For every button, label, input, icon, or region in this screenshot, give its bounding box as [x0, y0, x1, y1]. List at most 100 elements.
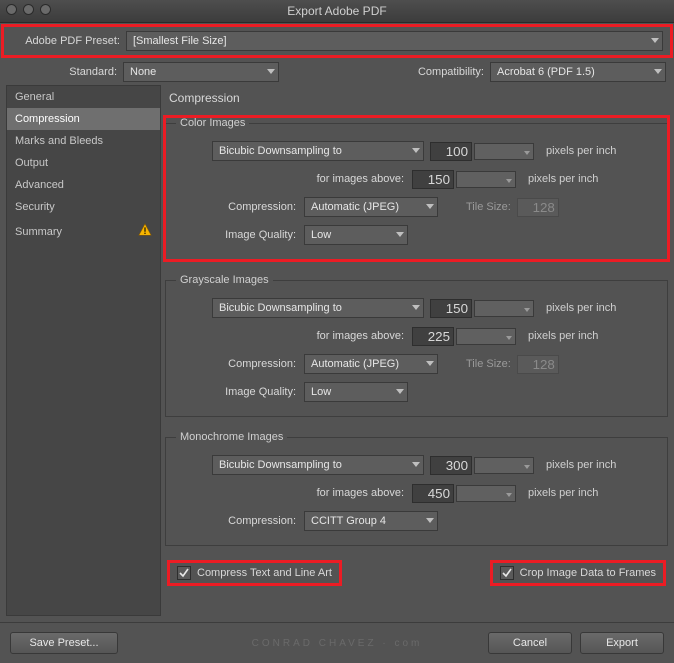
sidebar-item-security[interactable]: Security: [7, 196, 160, 218]
select-value: Automatic (JPEG): [311, 201, 399, 213]
select-value: CCITT Group 4: [311, 515, 386, 527]
mono-above-input[interactable]: [412, 484, 454, 503]
color-qual-label: Image Quality:: [176, 229, 304, 241]
gray-qual-select[interactable]: Low: [304, 382, 408, 402]
preset-select[interactable]: [Smallest File Size]: [126, 31, 663, 51]
grayscale-images-group: Grayscale Images Bicubic Downsampling to…: [165, 274, 668, 417]
gray-comp-label: Compression:: [176, 358, 304, 370]
gray-qual-label: Image Quality:: [176, 386, 304, 398]
mono-method-select[interactable]: Bicubic Downsampling to: [212, 455, 424, 475]
mono-comp-label: Compression:: [176, 515, 304, 527]
ppi-unit: pixels per inch: [546, 459, 616, 471]
color-above-input[interactable]: [412, 170, 454, 189]
mono-ppi-input[interactable]: [430, 456, 472, 475]
close-window-icon[interactable]: [6, 4, 17, 15]
sidebar-item-advanced[interactable]: Advanced: [7, 174, 160, 196]
select-value: Bicubic Downsampling to: [219, 459, 342, 471]
select-value: Low: [311, 386, 331, 398]
crop-image-checkbox[interactable]: Crop Image Data to Frames: [492, 562, 664, 584]
minimize-window-icon[interactable]: [23, 4, 34, 15]
chevron-down-icon: [267, 69, 275, 74]
chevron-down-icon: [654, 69, 662, 74]
color-above-stepper[interactable]: [456, 171, 516, 188]
save-preset-button[interactable]: Save Preset...: [10, 632, 118, 654]
sidebar-item-compression[interactable]: Compression: [7, 108, 160, 130]
compat-label: Compatibility:: [418, 66, 484, 78]
standard-compat-row: Standard: None Compatibility: Acrobat 6 …: [0, 59, 674, 85]
ppi-unit: pixels per inch: [528, 173, 598, 185]
checkbox-label: Compress Text and Line Art: [197, 567, 332, 579]
color-comp-label: Compression:: [176, 201, 304, 213]
chevron-down-icon: [651, 38, 659, 43]
window-title: Export Adobe PDF: [287, 4, 386, 18]
gray-above-label: for images above:: [176, 330, 412, 342]
sidebar-item-marks[interactable]: Marks and Bleeds: [7, 130, 160, 152]
gray-ppi-stepper[interactable]: [474, 300, 534, 317]
titlebar: Export Adobe PDF: [0, 0, 674, 23]
gray-tile-input: [517, 355, 559, 374]
chevron-down-icon: [412, 462, 420, 467]
color-legend: Color Images: [176, 117, 249, 129]
gray-above-input[interactable]: [412, 327, 454, 346]
ppi-unit: pixels per inch: [546, 302, 616, 314]
gray-method-select[interactable]: Bicubic Downsampling to: [212, 298, 424, 318]
main-panel: Compression Color Images Bicubic Downsam…: [165, 85, 668, 616]
mono-comp-select[interactable]: CCITT Group 4: [304, 511, 438, 531]
gray-ppi-input[interactable]: [430, 299, 472, 318]
chevron-down-icon: [426, 518, 434, 523]
select-value: Bicubic Downsampling to: [219, 145, 342, 157]
sidebar-item-label: Summary: [15, 226, 62, 238]
compat-value: Acrobat 6 (PDF 1.5): [497, 66, 595, 78]
color-tile-label: Tile Size:: [466, 201, 511, 213]
gray-above-stepper[interactable]: [456, 328, 516, 345]
preset-row: Adobe PDF Preset: [Smallest File Size]: [3, 26, 671, 56]
zoom-window-icon[interactable]: [40, 4, 51, 15]
color-ppi-input[interactable]: [430, 142, 472, 161]
gray-comp-select[interactable]: Automatic (JPEG): [304, 354, 438, 374]
select-value: Bicubic Downsampling to: [219, 302, 342, 314]
color-method-select[interactable]: Bicubic Downsampling to: [212, 141, 424, 161]
mono-above-label: for images above:: [176, 487, 412, 499]
chevron-down-icon: [396, 232, 404, 237]
checkmark-icon: [500, 566, 514, 580]
monochrome-images-group: Monochrome Images Bicubic Downsampling t…: [165, 431, 668, 546]
chevron-down-icon: [426, 204, 434, 209]
chevron-down-icon: [396, 389, 404, 394]
standard-value: None: [130, 66, 156, 78]
sidebar-item-summary[interactable]: Summary: [7, 218, 160, 245]
color-comp-select[interactable]: Automatic (JPEG): [304, 197, 438, 217]
checkbox-label: Crop Image Data to Frames: [520, 567, 656, 579]
cancel-button[interactable]: Cancel: [488, 632, 572, 654]
select-value: Low: [311, 229, 331, 241]
ppi-unit: pixels per inch: [528, 487, 598, 499]
color-tile-input: [517, 198, 559, 217]
category-sidebar: General Compression Marks and Bleeds Out…: [6, 85, 161, 616]
checkbox-row: Compress Text and Line Art Crop Image Da…: [165, 556, 668, 584]
chevron-down-icon: [426, 361, 434, 366]
select-value: Automatic (JPEG): [311, 358, 399, 370]
standard-select[interactable]: None: [123, 62, 279, 82]
chevron-down-icon: [412, 305, 420, 310]
mono-ppi-stepper[interactable]: [474, 457, 534, 474]
compress-text-checkbox[interactable]: Compress Text and Line Art: [169, 562, 340, 584]
mono-above-stepper[interactable]: [456, 485, 516, 502]
gray-legend: Grayscale Images: [176, 274, 273, 286]
color-ppi-stepper[interactable]: [474, 143, 534, 160]
ppi-unit: pixels per inch: [528, 330, 598, 342]
watermark-text: CONRAD CHAVEZ · com: [252, 638, 423, 649]
compat-select[interactable]: Acrobat 6 (PDF 1.5): [490, 62, 666, 82]
color-above-label: for images above:: [176, 173, 412, 185]
export-button[interactable]: Export: [580, 632, 664, 654]
standard-label: Standard:: [8, 66, 117, 78]
color-qual-select[interactable]: Low: [304, 225, 408, 245]
gray-tile-label: Tile Size:: [466, 358, 511, 370]
checkmark-icon: [177, 566, 191, 580]
dialog-footer: Save Preset... CONRAD CHAVEZ · com Cance…: [0, 622, 674, 663]
chevron-down-icon: [412, 148, 420, 153]
sidebar-item-general[interactable]: General: [7, 86, 160, 108]
preset-value: [Smallest File Size]: [133, 35, 227, 47]
color-images-group: Color Images Bicubic Downsampling to pix…: [165, 117, 668, 260]
export-pdf-dialog: Export Adobe PDF Adobe PDF Preset: [Smal…: [0, 0, 674, 663]
sidebar-item-output[interactable]: Output: [7, 152, 160, 174]
window-controls: [6, 4, 51, 15]
